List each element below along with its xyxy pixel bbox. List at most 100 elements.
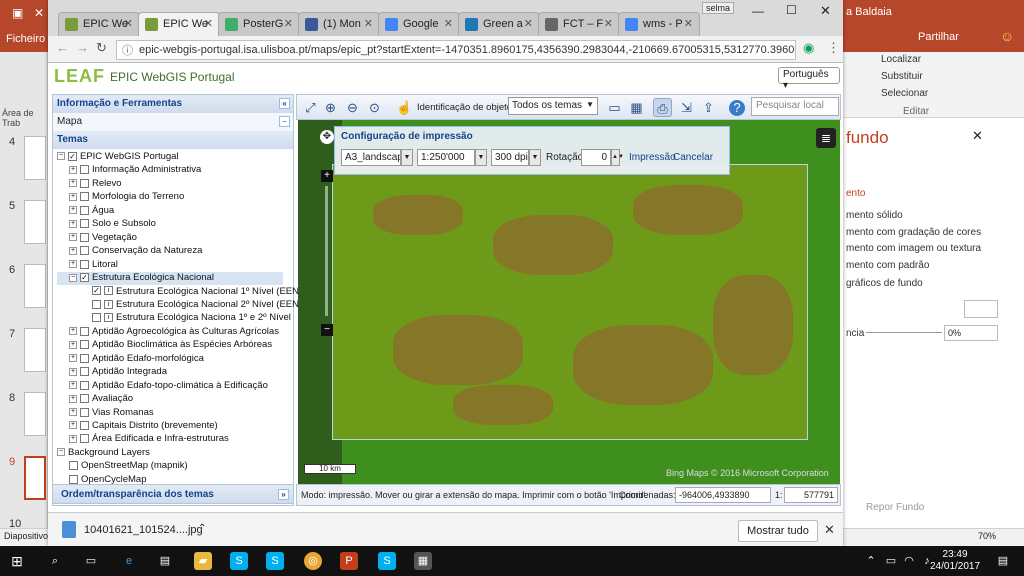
collapse-icon[interactable]: − (57, 152, 65, 161)
fill-option[interactable]: mento com gradação de cores (846, 227, 981, 238)
layer-checkbox[interactable] (80, 192, 89, 202)
calculator-icon[interactable]: ▦ (414, 552, 432, 570)
print-icon[interactable]: ⎙ (653, 98, 672, 117)
map-canvas[interactable]: Configuração de impressão A3_landscape ▼… (298, 120, 840, 484)
info-panel-header[interactable]: Informação e Ferramentas « (53, 95, 293, 113)
edge-icon[interactable]: e (120, 552, 138, 570)
windows-start-icon[interactable]: ⊞ (8, 552, 26, 570)
expand-icon[interactable]: + (69, 408, 77, 417)
save-icon[interactable]: ▣ (12, 6, 23, 20)
cancel-button[interactable]: Cancelar (673, 152, 713, 163)
tree-row[interactable]: + Relevo (57, 178, 122, 191)
tree-row[interactable]: + Aptidão Edafo-morfológica (57, 353, 204, 366)
identify-icon[interactable]: ☝ (395, 98, 414, 117)
tab-close-icon[interactable]: ✕ (444, 17, 453, 30)
tree-row[interactable]: + Solo e Subsolo (57, 218, 156, 231)
layer-checkbox[interactable] (80, 232, 89, 242)
tree-row[interactable]: − ✓ EPIC WebGIS Portugal (57, 151, 179, 164)
chrome-icon[interactable]: ◎ (304, 552, 322, 570)
slide-thumbnail[interactable] (24, 392, 46, 436)
layer-checkbox[interactable] (92, 313, 101, 323)
expand-icon[interactable]: » (278, 489, 289, 500)
tree-row[interactable]: + Avaliação (57, 393, 133, 406)
notifications-icon[interactable]: ▤ (994, 552, 1012, 570)
color-picker[interactable] (964, 300, 998, 318)
expand-icon[interactable]: + (69, 327, 77, 336)
collapse-icon[interactable]: − (279, 116, 290, 127)
transparency-input[interactable]: 0% (944, 325, 998, 341)
tree-row[interactable]: + Aptidão Bioclimática às Espécies Arbóre… (57, 339, 272, 352)
tree-row[interactable]: − ✓ Estrutura Ecológica Nacional (57, 272, 283, 286)
fill-option[interactable]: gráficos de fundo (846, 278, 923, 289)
location-search-input[interactable]: Pesquisar local (751, 97, 839, 116)
fill-option[interactable]: mento com imagem ou textura (846, 243, 981, 254)
expand-icon[interactable]: + (69, 233, 77, 242)
tree-row[interactable]: ✓ i Estrutura Ecológica Nacional 1º Nível … (57, 286, 307, 299)
expand-icon[interactable]: + (69, 367, 77, 376)
layer-checkbox[interactable] (80, 246, 89, 256)
scale-field[interactable]: 577791 (784, 487, 838, 503)
tree-row[interactable]: + Vegetação (57, 232, 137, 245)
identify-layer-select[interactable]: Todos os temas ▼ (508, 97, 598, 115)
expand-icon[interactable]: + (69, 340, 77, 349)
layer-checkbox[interactable] (80, 219, 89, 229)
tree-row[interactable]: + Conservação da Natureza (57, 245, 202, 258)
tree-row[interactable]: + Litoral (57, 259, 118, 272)
search-icon[interactable]: ⌕ (46, 552, 64, 570)
print-extent-box[interactable] (332, 164, 808, 440)
slide-thumbnail[interactable] (24, 200, 46, 244)
explorer-icon[interactable]: ▰ (194, 552, 212, 570)
expand-icon[interactable]: + (69, 246, 77, 255)
layer-checkbox[interactable]: ✓ (92, 286, 101, 296)
slide-thumbnail[interactable] (24, 264, 46, 308)
reset-background-button[interactable]: Repor Fundo (866, 502, 924, 513)
network-icon[interactable]: ▭ (882, 552, 900, 570)
layer-checkbox[interactable] (80, 205, 89, 215)
layer-checkbox[interactable] (80, 407, 89, 417)
tab-close-icon[interactable]: ✕ (684, 17, 693, 30)
layer-checkbox[interactable] (80, 420, 89, 430)
zoom-slider[interactable]: ✥ + − (320, 130, 334, 340)
tree-row[interactable]: i Estrutura Ecológica Naciona 1º e 2º Nív… (57, 312, 291, 325)
order-panel-header[interactable]: Ordem/transparência dos temas » (52, 484, 294, 504)
show-all-button[interactable]: Mostrar tudo (738, 520, 818, 542)
wifi-icon[interactable]: ◠ (900, 552, 918, 570)
layer-checkbox[interactable] (80, 394, 89, 404)
window-close-icon[interactable]: ✕ (820, 3, 831, 19)
tree-row[interactable]: + Capitais Distrito (brevemente) (57, 420, 218, 433)
layer-checkbox[interactable]: ✓ (80, 273, 89, 283)
skype-icon[interactable]: S (230, 552, 248, 570)
scale-select[interactable]: 1:250'000 (417, 149, 475, 166)
collapse-icon[interactable]: − (69, 273, 77, 282)
rotation-spinner[interactable]: ▲▼ (611, 149, 624, 166)
download-item[interactable]: 10401621_101524....jpg (84, 524, 203, 536)
close-icon[interactable]: ✕ (34, 6, 44, 20)
expand-icon[interactable]: + (69, 354, 77, 363)
layer-checkbox[interactable] (80, 340, 89, 350)
layer-checkbox[interactable] (80, 367, 89, 377)
browser-tab[interactable]: EPIC We ✕ (58, 12, 140, 36)
tree-row[interactable]: i Estrutura Ecológica Nacional 2º Nível (… (57, 299, 307, 312)
themes-panel-header[interactable]: Temas (53, 131, 293, 149)
ppt-share-button[interactable]: Partilhar (918, 31, 959, 43)
maximize-icon[interactable]: ☐ (786, 3, 797, 17)
browser-tab-active[interactable]: EPIC We ✕ (138, 12, 220, 36)
browser-tab[interactable]: Google ✕ (378, 12, 460, 36)
tree-row[interactable]: + Aptidão Agroecológica às Culturas Agríc… (57, 326, 279, 339)
extension-icon[interactable]: ◉ (803, 40, 814, 56)
tray-arrow-icon[interactable]: ⌃ (862, 552, 880, 570)
layer-checkbox[interactable] (80, 326, 89, 336)
fill-option[interactable]: mento sólido (846, 210, 903, 221)
zoom-out-icon[interactable]: ⊖ (343, 98, 362, 117)
ppt-file-menu[interactable]: Ficheiro (6, 33, 45, 45)
close-downloads-icon[interactable]: ✕ (824, 522, 835, 538)
collapse-icon[interactable]: − (57, 448, 65, 457)
layer-checkbox[interactable] (80, 380, 89, 390)
browser-tab[interactable]: FCT – F ✕ (538, 12, 620, 36)
chevron-up-icon[interactable]: ⌃ (198, 523, 206, 534)
tab-close-icon[interactable]: ✕ (604, 17, 613, 30)
back-icon[interactable]: ← (56, 40, 69, 55)
info-icon[interactable]: ⓘ (122, 42, 133, 58)
replace-button[interactable]: Substituir (881, 71, 923, 82)
chevron-down-icon[interactable]: ▼ (475, 149, 487, 166)
